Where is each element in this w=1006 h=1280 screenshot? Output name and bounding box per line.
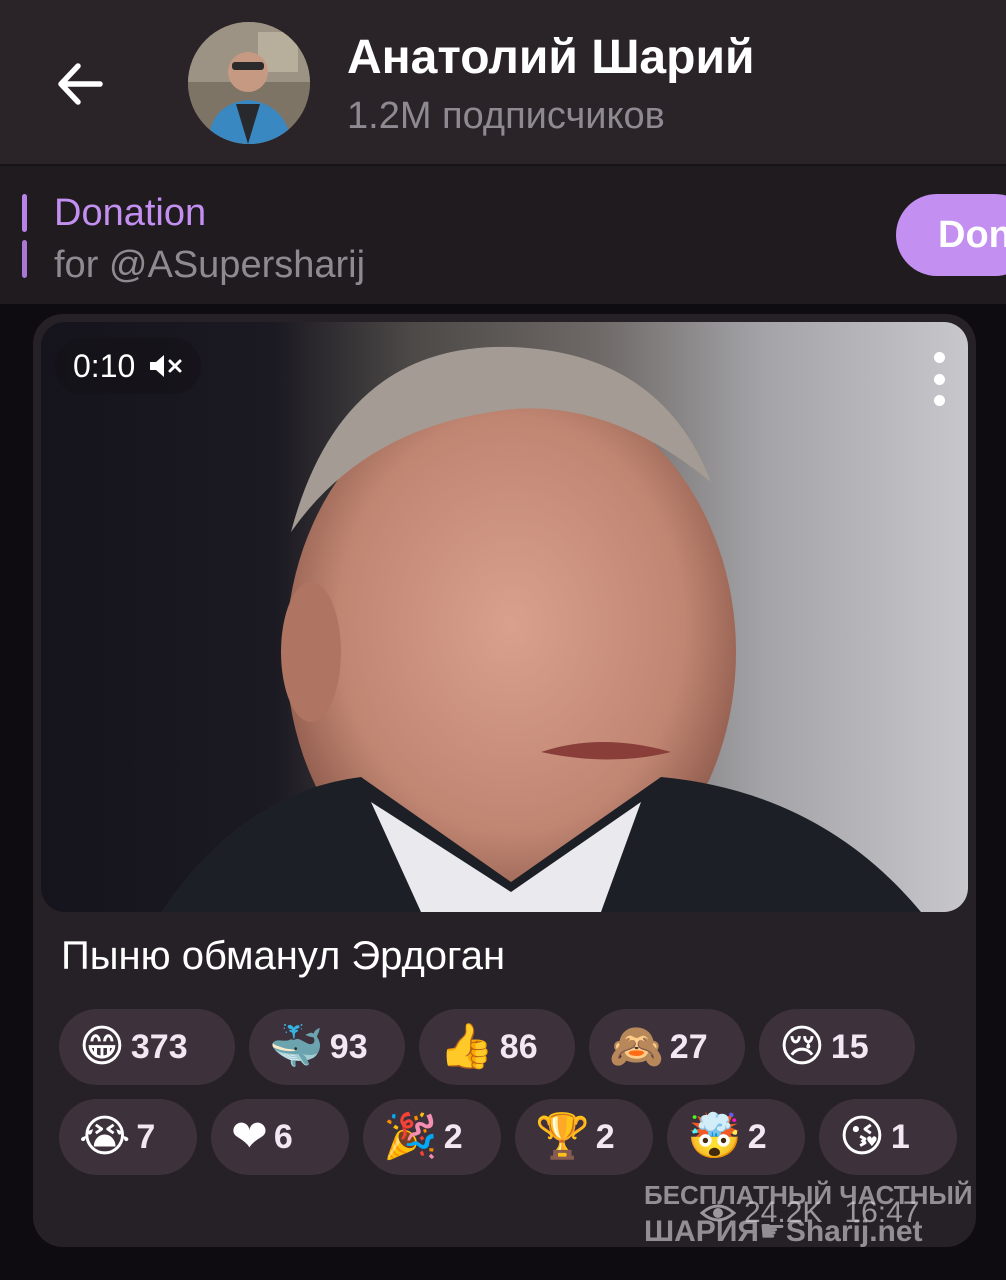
reactions: 😁 373 🐳 93 👍 86 🙈 27 😢 15 😭 7 ❤ 6 🎉 2 🏆 2 🤯 2 😘 1 <box>59 1009 959 1189</box>
reaction-emoji-icon: 😢 <box>779 1021 825 1072</box>
reaction-emoji-icon: 😁 <box>79 1021 125 1072</box>
reaction-chip[interactable]: ❤ 6 <box>211 1099 349 1175</box>
reaction-emoji-icon: 🙈 <box>609 1021 664 1072</box>
message-footer: 24.2K 16:47 БЕСПЛАТНЫЙ ЧАСТНЫЙ ШАРИЯ☛Sha… <box>640 1180 1000 1250</box>
reaction-emoji-icon: 🎉 <box>383 1111 438 1162</box>
pinned-title: Donation <box>54 192 207 234</box>
reaction-chip[interactable]: 🐳 93 <box>249 1009 405 1085</box>
reaction-count: 2 <box>747 1117 767 1156</box>
reaction-count: 93 <box>329 1027 368 1066</box>
reaction-chip[interactable]: 🙈 27 <box>589 1009 745 1085</box>
reaction-chip[interactable]: 😢 15 <box>759 1009 915 1085</box>
donate-button[interactable]: Don <box>896 194 1006 276</box>
channel-avatar[interactable] <box>188 22 310 144</box>
reaction-count: 7 <box>136 1117 156 1156</box>
reaction-emoji-icon: ❤ <box>231 1111 268 1162</box>
reaction-chip[interactable]: 😘 1 <box>819 1099 957 1175</box>
message-bubble: 0:10 Пыню обманул Эрдоган 😁 373 🐳 93 👍 86 🙈 27 😢… <box>33 314 976 1247</box>
reaction-count: 1 <box>890 1117 910 1156</box>
reaction-count: 2 <box>595 1117 615 1156</box>
channel-title[interactable]: Анатолий Шарий <box>347 30 754 85</box>
pinned-text: for @ASupersharij <box>54 244 366 286</box>
reaction-emoji-icon: 🐳 <box>269 1021 324 1072</box>
video-duration-badge: 0:10 <box>55 338 202 394</box>
avatar-image <box>188 22 310 144</box>
pinned-message-bar[interactable]: Donation for @ASupersharij <box>0 164 1006 304</box>
back-button[interactable] <box>44 48 116 120</box>
reaction-count: 27 <box>669 1027 708 1066</box>
reaction-emoji-icon: 😘 <box>839 1111 885 1162</box>
message-caption: Пыню обманул Эрдоган <box>61 934 506 978</box>
reaction-count: 86 <box>499 1027 538 1066</box>
pinned-indicator <box>22 194 28 280</box>
arrow-left-icon <box>58 63 103 105</box>
reaction-count: 6 <box>273 1117 293 1156</box>
video-duration: 0:10 <box>73 347 136 384</box>
reaction-count: 15 <box>830 1027 869 1066</box>
reaction-chip[interactable]: 👍 86 <box>419 1009 575 1085</box>
reaction-chip[interactable]: 😁 373 <box>59 1009 235 1085</box>
reaction-emoji-icon: 😭 <box>79 1111 131 1162</box>
reaction-chip[interactable]: 🤯 2 <box>667 1099 805 1175</box>
video-frame <box>161 346 921 912</box>
reaction-count: 2 <box>443 1117 463 1156</box>
subscriber-count: 1.2M подписчиков <box>347 95 665 137</box>
reaction-emoji-icon: 🏆 <box>535 1111 590 1162</box>
speaker-muted-icon[interactable] <box>147 352 183 380</box>
reaction-emoji-icon: 🤯 <box>687 1111 742 1162</box>
reaction-chip[interactable]: 🎉 2 <box>363 1099 501 1175</box>
reactions-row: 😁 373 🐳 93 👍 86 🙈 27 😢 15 <box>59 1009 959 1085</box>
reactions-row: 😭 7 ❤ 6 🎉 2 🏆 2 🤯 2 😘 1 <box>59 1099 959 1175</box>
reaction-count: 373 <box>130 1027 188 1066</box>
kebab-menu-icon[interactable] <box>932 352 946 406</box>
reaction-chip[interactable]: 😭 7 <box>59 1099 197 1175</box>
video-player[interactable]: 0:10 <box>41 322 968 912</box>
channel-header: Анатолий Шарий 1.2M подписчиков <box>0 0 1006 164</box>
reaction-chip[interactable]: 🏆 2 <box>515 1099 653 1175</box>
watermark-line2: ШАРИЯ☛Sharij.net <box>644 1215 923 1248</box>
watermark-line1: БЕСПЛАТНЫЙ ЧАСТНЫЙ <box>644 1180 973 1210</box>
reaction-emoji-icon: 👍 <box>439 1021 494 1072</box>
